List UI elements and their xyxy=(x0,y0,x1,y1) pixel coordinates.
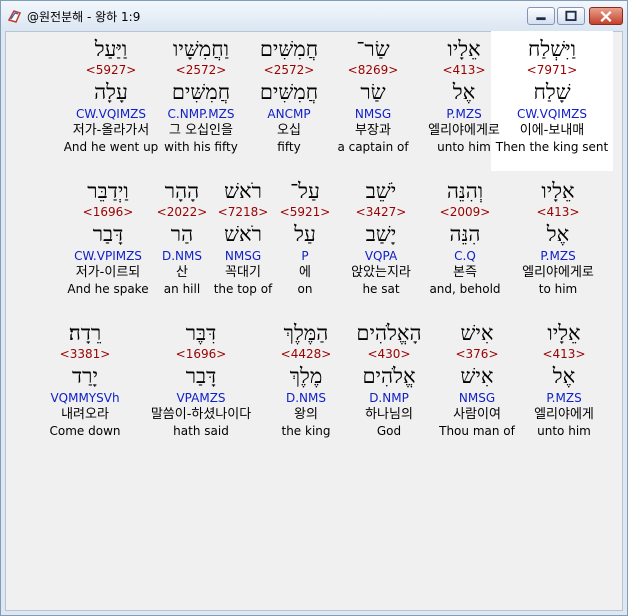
morphology-code: VQMMYSVh xyxy=(50,391,120,405)
strongs-number: <1696> xyxy=(82,205,134,219)
english-gloss: Come down xyxy=(49,424,121,438)
korean-gloss: 저가-이르되 xyxy=(75,265,141,280)
hebrew-word: רֵדָה׃ xyxy=(68,321,102,345)
window-title: @원전분해 - 왕하 1:9 xyxy=(27,10,141,24)
maximize-icon xyxy=(565,10,577,21)
word-column[interactable]: רֵדָה׃ <3381> יָרַד VQMMYSVh 내려오라 Come down xyxy=(15,320,155,439)
korean-gloss: 내려오라 xyxy=(61,407,109,422)
minimize-button[interactable] xyxy=(527,7,555,25)
app-window: @원전분해 - 왕하 1:9 וַיִּשְׁלַח <7971> שָׁלַח CW… xyxy=(0,0,628,616)
word-column[interactable]: וַיַּעַל <5927> עָלָה CW.VQIMZS 저가-올라가서 And h… xyxy=(41,36,181,155)
strongs-number: <3381> xyxy=(59,347,111,361)
word-column[interactable]: וַיְדַבֵּר <1696> דָּבַר CW.VPIMZS 저가-이르되 And… xyxy=(38,178,178,297)
lemma: יָרַד xyxy=(72,364,98,388)
morphology-code: CW.VPIMZS xyxy=(74,249,142,263)
minimize-icon xyxy=(536,17,546,21)
english-gloss: And he spake xyxy=(67,282,149,296)
close-button[interactable] xyxy=(589,7,623,25)
close-icon xyxy=(600,10,612,22)
strongs-number: <5927> xyxy=(85,63,137,77)
analysis-panel: וַיִּשְׁלַח <7971> שָׁלַח CW.VQIMZS 이에-보내매 Th… xyxy=(5,31,623,611)
english-gloss: And he went up xyxy=(63,140,159,154)
hebrew-word: וַיַּעַל xyxy=(94,37,128,61)
app-icon xyxy=(7,10,22,23)
hebrew-word: וַיְדַבֵּר xyxy=(87,179,129,203)
lemma: עָלָה xyxy=(94,80,128,104)
lemma: דָּבַר xyxy=(92,222,124,246)
morphology-code: CW.VQIMZS xyxy=(75,107,147,121)
maximize-button[interactable] xyxy=(557,7,585,25)
korean-gloss: 저가-올라가서 xyxy=(72,123,150,138)
title-bar[interactable]: @원전분해 - 왕하 1:9 xyxy=(1,1,627,31)
